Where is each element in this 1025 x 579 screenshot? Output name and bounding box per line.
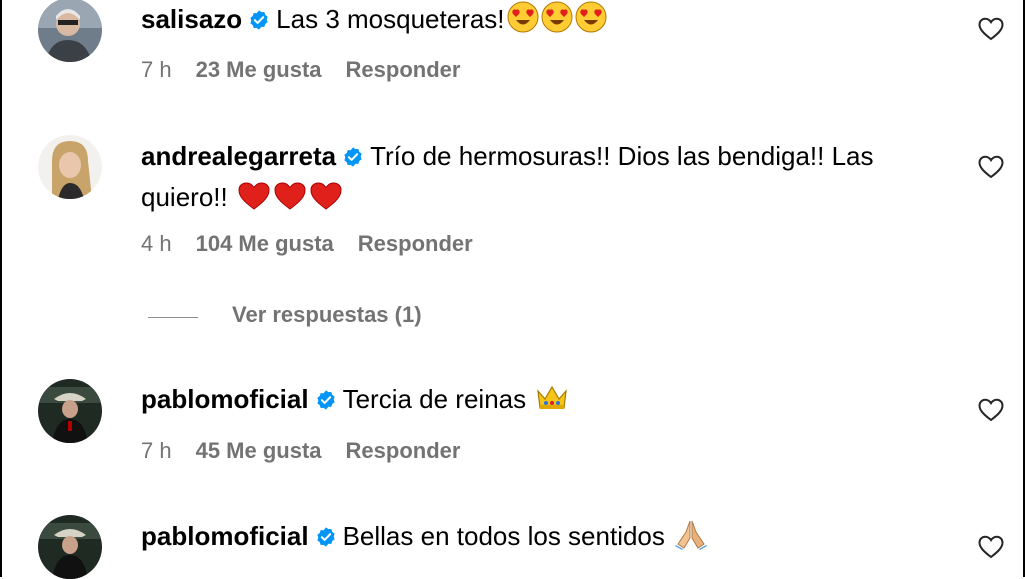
verified-badge-icon [248,3,270,41]
comment-time: 4 h [141,231,172,256]
folded-hands-emoji-icon [674,518,708,560]
verified-badge-icon [315,520,337,558]
like-heart-icon[interactable] [978,17,1004,41]
avatar[interactable] [38,515,102,579]
comment-meta: 4 h 104 Me gusta Responder [141,231,473,257]
red-heart-emoji-icon [237,181,271,221]
heart-eyes-emoji-icon [541,1,573,43]
red-heart-emoji-icon [309,181,343,221]
like-heart-icon[interactable] [978,398,1004,422]
comment-username[interactable]: salisazo [141,4,242,34]
verified-badge-icon [315,383,337,421]
comment-username[interactable]: pablomoficial [141,521,309,551]
comment-text-block: pablomoficial Bellas en todos los sentido… [141,517,941,560]
comment-body: Tercia de reinas [342,384,527,414]
heart-eyes-emoji-icon [507,1,539,43]
avatar[interactable] [38,0,102,62]
comment-likes[interactable]: 45 Me gusta [196,438,322,463]
avatar[interactable] [38,135,102,199]
comment-body: Las 3 mosqueteras! [276,4,505,34]
comment-likes[interactable]: 104 Me gusta [196,231,334,256]
heart-eyes-emoji-icon [575,1,607,43]
verified-badge-icon [342,140,364,178]
reply-button[interactable]: Responder [346,438,461,463]
red-heart-emoji-icon [273,181,307,221]
comment-time: 7 h [141,57,172,82]
avatar[interactable] [38,379,102,443]
crown-emoji-icon [535,383,569,423]
comment-body: Bellas en todos los sentidos [342,521,665,551]
reply-button[interactable]: Responder [358,231,473,256]
comment-text-block: salisazo Las 3 mosqueteras! [141,0,941,43]
comment-likes[interactable]: 23 Me gusta [196,57,322,82]
reply-button[interactable]: Responder [346,57,461,82]
comment-meta: 7 h 23 Me gusta Responder [141,57,460,83]
replies-divider [148,317,198,318]
comment-time: 7 h [141,438,172,463]
comment-text-block: pablomoficial Tercia de reinas [141,380,941,423]
like-heart-icon[interactable] [978,535,1004,559]
view-replies-label[interactable]: Ver respuestas (1) [232,302,422,328]
comment-text-block: andrealegarreta Trío de hermosuras!! Dios… [141,137,941,221]
comment-username[interactable]: andrealegarreta [141,141,336,171]
comment-username[interactable]: pablomoficial [141,384,309,414]
comment-meta: 7 h 45 Me gusta Responder [141,438,460,464]
like-heart-icon[interactable] [978,155,1004,179]
